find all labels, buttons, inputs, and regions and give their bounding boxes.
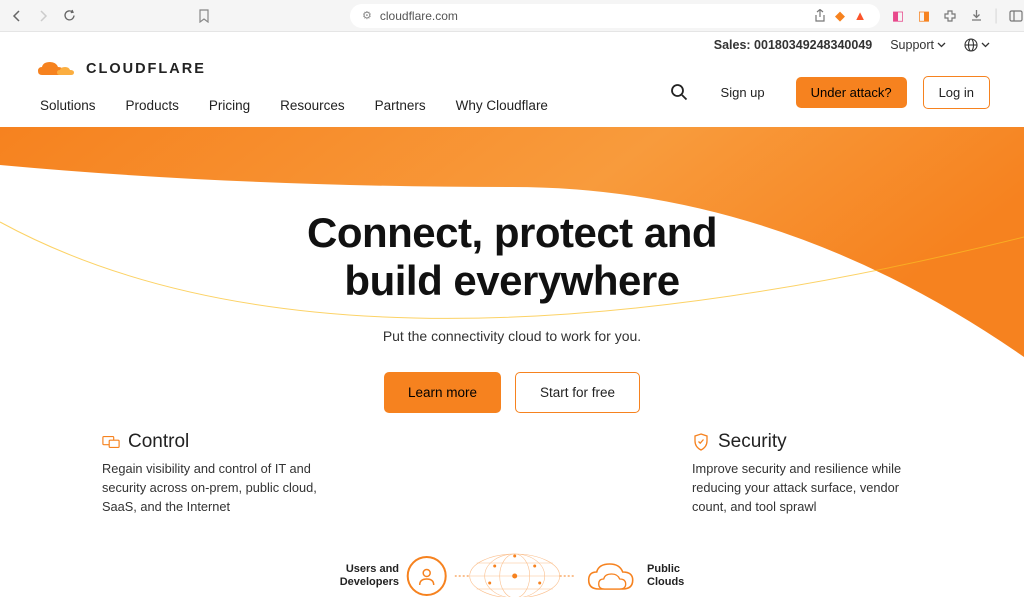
extensions-icon[interactable] <box>942 8 958 24</box>
under-attack-button[interactable]: Under attack? <box>796 77 907 108</box>
feature-control: Control Regain visibility and control of… <box>102 431 332 517</box>
nav-resources[interactable]: Resources <box>280 98 345 113</box>
share-icon[interactable] <box>812 8 828 24</box>
feature-control-desc: Regain visibility and control of IT and … <box>102 459 332 517</box>
forward-button[interactable] <box>34 7 52 25</box>
nav-why[interactable]: Why Cloudflare <box>456 98 548 113</box>
brave-shield-icon[interactable]: ◆ <box>832 8 848 24</box>
site-settings-icon[interactable]: ⚙ <box>362 9 372 22</box>
main-nav: Solutions Products Pricing Resources Par… <box>40 98 548 113</box>
nav-pricing[interactable]: Pricing <box>209 98 250 113</box>
support-link[interactable]: Support <box>890 38 946 52</box>
nav-solutions[interactable]: Solutions <box>40 98 96 113</box>
shield-icon <box>692 435 710 449</box>
connectivity-diagram: Users andDevelopers <box>340 551 685 597</box>
nav-products[interactable]: Products <box>126 98 179 113</box>
bookmark-icon[interactable] <box>198 7 210 25</box>
main-header: CLOUDFLARE Solutions Products Pricing Re… <box>0 52 1024 127</box>
utility-bar: Sales: 00180349248340049 Support <box>0 32 1024 52</box>
cloud-icon <box>583 559 639 593</box>
diagram-label-users: Users andDevelopers <box>340 563 399 589</box>
globe-network-icon <box>455 551 575 597</box>
learn-more-button[interactable]: Learn more <box>384 372 501 413</box>
sales-phone[interactable]: Sales: 00180349248340049 <box>714 38 872 52</box>
extension-icon-2[interactable]: ◨ <box>916 8 932 24</box>
hero-subtitle: Put the connectivity cloud to work for y… <box>0 328 1024 344</box>
diagram-label-clouds: PublicClouds <box>647 563 684 589</box>
nav-partners[interactable]: Partners <box>375 98 426 113</box>
cloudflare-logo-icon <box>34 58 78 80</box>
feature-security-desc: Improve security and resilience while re… <box>692 459 922 517</box>
url-bar[interactable]: ⚙ cloudflare.com ◆ ▲ <box>350 4 880 28</box>
sidebar-icon[interactable] <box>1008 8 1024 24</box>
feature-security-title: Security <box>718 431 787 453</box>
signup-button[interactable]: Sign up <box>706 77 780 108</box>
user-icon <box>407 556 447 596</box>
extension-icon-1[interactable]: ◧ <box>890 8 906 24</box>
brand-name: CLOUDFLARE <box>86 61 206 77</box>
brand-logo[interactable]: CLOUDFLARE <box>34 58 548 80</box>
feature-security: Security Improve security and resilience… <box>692 431 922 517</box>
download-icon[interactable] <box>968 8 984 24</box>
browser-chrome: ⚙ cloudflare.com ◆ ▲ ◧ ◨ | VPN ⋮ <box>0 0 1024 32</box>
search-button[interactable] <box>670 83 690 103</box>
brave-logo-icon[interactable]: ▲ <box>852 8 868 24</box>
control-icon <box>102 435 120 449</box>
start-free-button[interactable]: Start for free <box>515 372 640 413</box>
url-text: cloudflare.com <box>380 9 458 23</box>
hero-title: Connect, protect and build everywhere <box>0 209 1024 306</box>
language-selector[interactable] <box>964 38 990 52</box>
back-button[interactable] <box>8 7 26 25</box>
login-button[interactable]: Log in <box>923 76 990 109</box>
feature-control-title: Control <box>128 431 189 453</box>
reload-button[interactable] <box>60 7 78 25</box>
hero-section: Connect, protect and build everywhere Pu… <box>0 127 1024 597</box>
